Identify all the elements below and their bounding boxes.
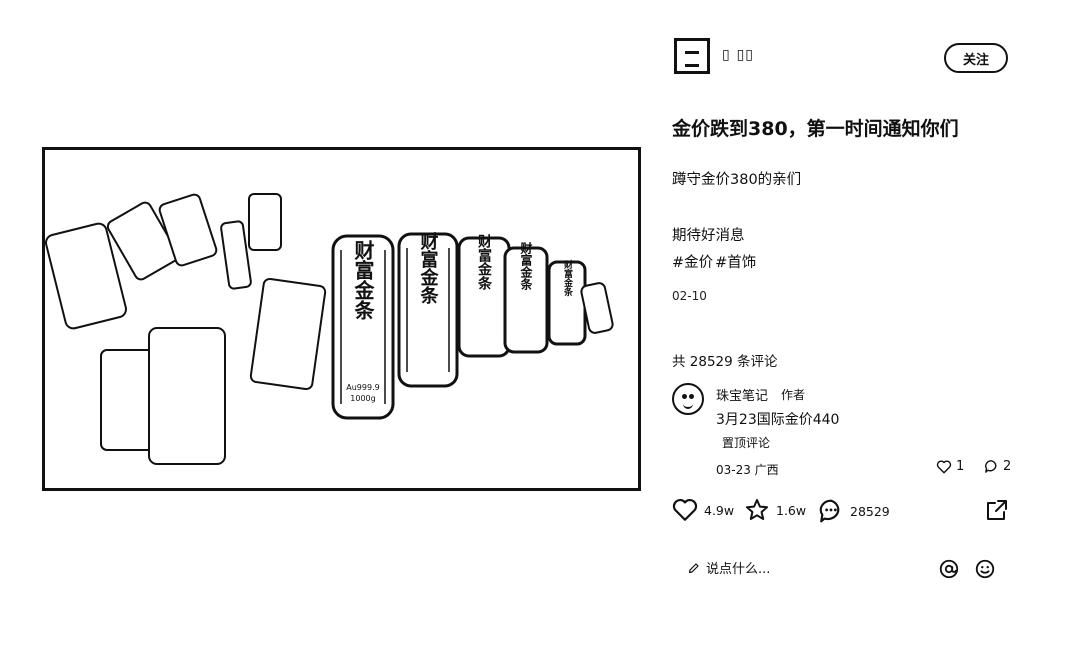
heart-icon [672, 498, 698, 521]
gold-bars-photo: 财富金条 财富金条 财富金条 财富金条 财富金条 Au999.9 1000g [45, 193, 614, 465]
comment-text: 3月23国际金价440 [716, 412, 840, 428]
commenter-name[interactable]: 珠宝笔记 [716, 385, 768, 404]
tag-link[interactable]: #金价 [672, 255, 713, 271]
bar-label: 财富金条 [476, 233, 493, 291]
comment-input[interactable]: 说点什么... [688, 558, 770, 577]
post-title: 金价跌到380，第一时间通知你们 [672, 118, 959, 140]
favorite-button[interactable]: 1.6w [744, 498, 806, 522]
bar-label: 财富金条 [562, 259, 574, 297]
post-detail-page: 财富金条 财富金条 财富金条 财富金条 财富金条 Au999.9 1000g ▯… [0, 0, 1092, 645]
comment-button[interactable]: 28529 [818, 498, 890, 524]
engagement-bar: 4.9w 1.6w 28529 [672, 498, 1017, 530]
commenter-avatar[interactable] [672, 383, 704, 415]
comment-like-button[interactable]: 1 [936, 459, 964, 474]
comment-reply-count: 2 [1003, 459, 1012, 474]
post-body-line: 期待好消息 [672, 228, 745, 244]
star-icon [746, 499, 768, 520]
author-name[interactable]: ▯ ▯▯ [722, 47, 754, 63]
share-button[interactable] [985, 498, 1009, 522]
comment-item: 珠宝笔记 作者 3月23国际金价440 置顶评论 03-23 广西 1 2 [672, 381, 1017, 481]
post-date: 02-10 [672, 289, 707, 303]
comment-count: 共 28529 条评论 [672, 354, 778, 370]
bar-fine-print: Au999.9 [346, 383, 379, 392]
heart-icon [936, 459, 952, 473]
comment-like-count: 1 [956, 459, 965, 474]
like-button[interactable]: 4.9w [672, 498, 734, 522]
bar-label: 财富金条 [351, 239, 375, 320]
post-image[interactable]: 财富金条 财富金条 财富金条 财富金条 财富金条 Au999.9 1000g [42, 147, 641, 491]
bar-label: 财富金条 [519, 241, 533, 291]
tag-link[interactable]: #首饰 [715, 255, 756, 271]
comment-input-row: 说点什么... [672, 554, 1017, 584]
author-avatar[interactable] [674, 38, 710, 74]
comment-bubble-icon [985, 460, 997, 473]
comment-bubble-icon [819, 499, 840, 523]
comment-reply-button[interactable]: 2 [984, 459, 1011, 474]
post-body-line: 蹲守金价380的亲们 [672, 172, 802, 188]
pencil-icon [688, 562, 699, 573]
bar-weight: 1000g [350, 394, 375, 403]
comment-input-placeholder: 说点什么... [706, 562, 771, 577]
bar-label: 财富金条 [418, 231, 440, 305]
author-header: ▯ ▯▯ 关注 [674, 38, 1014, 78]
pinned-label: 置顶评论 [722, 436, 771, 450]
share-icon [987, 500, 1007, 520]
author-badge: 作者 [781, 388, 806, 402]
post-tags: #金价 #首饰 [672, 251, 758, 272]
follow-button[interactable]: 关注 [944, 43, 1008, 73]
comment-total: 28529 [850, 503, 890, 519]
favorite-count: 1.6w [776, 502, 807, 518]
comment-meta: 03-23 广西 [716, 463, 779, 477]
at-sign-icon[interactable] [938, 558, 960, 580]
emoji-icon[interactable] [974, 558, 996, 580]
like-count: 4.9w [704, 502, 735, 518]
